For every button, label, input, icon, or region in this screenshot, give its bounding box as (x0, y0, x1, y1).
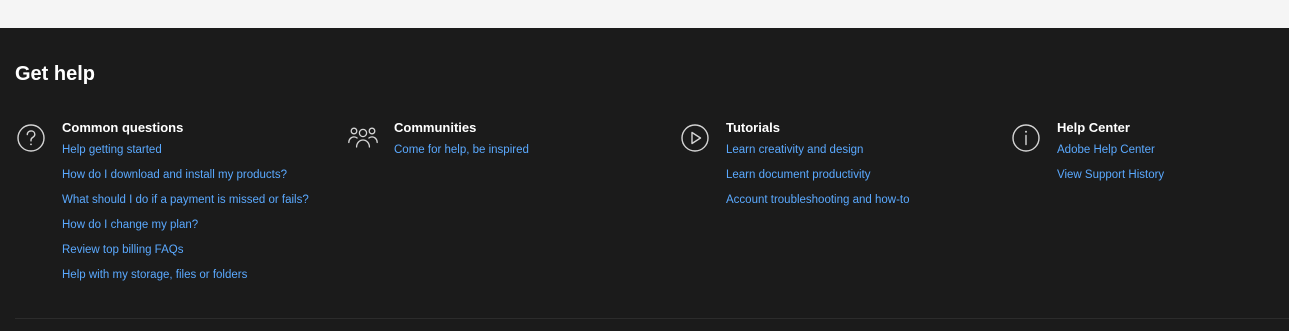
column-heading: Tutorials (726, 120, 780, 135)
link-support-history[interactable]: View Support History (1057, 169, 1164, 181)
play-icon (679, 122, 711, 154)
get-help-section: Get help Common questions Help getting s… (0, 28, 1289, 331)
column-heading: Communities (394, 120, 477, 135)
link-billing-faqs[interactable]: Review top billing FAQs (62, 244, 183, 256)
link-download-install[interactable]: How do I download and install my product… (62, 169, 287, 181)
link-creativity-design[interactable]: Learn creativity and design (726, 144, 863, 156)
page-top-strip (0, 0, 1289, 28)
link-change-plan[interactable]: How do I change my plan? (62, 219, 198, 231)
community-icon (347, 122, 379, 154)
section-title: Get help (15, 63, 96, 85)
divider (15, 318, 1289, 319)
link-document-productivity[interactable]: Learn document productivity (726, 169, 870, 181)
link-come-for-help[interactable]: Come for help, be inspired (394, 144, 529, 156)
link-payment-missed[interactable]: What should I do if a payment is missed … (62, 194, 309, 206)
question-icon (15, 122, 47, 154)
link-adobe-help-center[interactable]: Adobe Help Center (1057, 144, 1155, 156)
link-account-troubleshooting[interactable]: Account troubleshooting and how-to (726, 194, 909, 206)
info-icon (1010, 122, 1042, 154)
link-help-getting-started[interactable]: Help getting started (62, 144, 162, 156)
column-heading: Help Center (1057, 120, 1130, 135)
column-heading: Common questions (62, 120, 184, 135)
link-storage-help[interactable]: Help with my storage, files or folders (62, 269, 247, 281)
